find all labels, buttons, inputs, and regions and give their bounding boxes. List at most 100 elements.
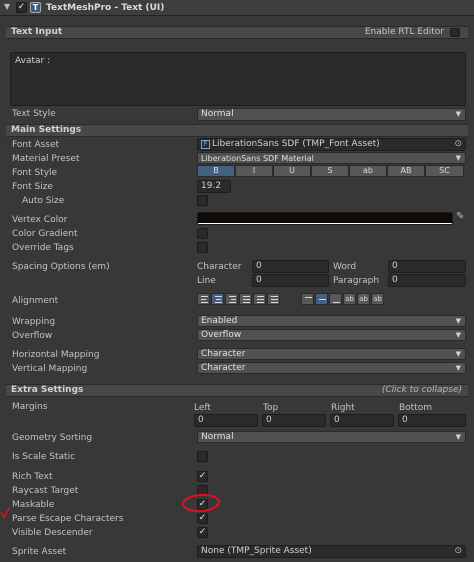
geometry-sorting-label: Geometry Sorting	[12, 433, 93, 443]
margin-right-label: Right	[331, 403, 355, 413]
auto-size-checkbox[interactable]	[197, 195, 208, 206]
paragraph-spacing-field[interactable]: 0	[388, 274, 466, 287]
visible-descender-checkbox[interactable]: ✓	[197, 527, 208, 538]
is-scale-static-checkbox[interactable]	[197, 451, 208, 462]
font-size-field[interactable]: 19.2	[197, 180, 231, 193]
align-right-icon[interactable]	[225, 293, 238, 305]
text-style-dropdown[interactable]: Normal ▼	[197, 108, 466, 121]
red-check-annotation	[0, 506, 11, 519]
color-gradient-label: Color Gradient	[12, 229, 78, 239]
chevron-down-icon: ▼	[455, 331, 461, 339]
align-flush-icon[interactable]	[253, 293, 266, 305]
strikethrough-button[interactable]: S	[311, 165, 349, 177]
enable-checkbox[interactable]: ✓	[16, 2, 27, 13]
section-title: Extra Settings	[11, 385, 84, 395]
font-style-label: Font Style	[12, 168, 58, 178]
foldout-arrow-icon[interactable]: ▼	[4, 2, 10, 11]
margin-bottom-field[interactable]: 0	[398, 414, 466, 427]
maskable-label: Maskable	[12, 500, 55, 510]
margin-right-field[interactable]: 0	[330, 414, 394, 427]
align-justified-icon[interactable]	[239, 293, 252, 305]
override-tags-checkbox[interactable]	[197, 242, 208, 253]
vertex-color-swatch[interactable]	[197, 212, 453, 225]
text-input-section-header[interactable]: Text Input Enable RTL Editor	[6, 26, 468, 39]
align-top-icon[interactable]	[301, 293, 314, 305]
italic-button[interactable]: I	[235, 165, 273, 177]
vertical-mapping-dropdown[interactable]: Character ▼	[197, 362, 466, 374]
section-title: Text Input	[11, 27, 63, 37]
font-asset-value: LiberationSans SDF (TMP_Font Asset)	[212, 139, 380, 149]
chevron-down-icon: ▼	[455, 154, 461, 162]
horizontal-mapping-dropdown[interactable]: Character ▼	[197, 348, 466, 360]
word-spacing-label: Word	[333, 262, 357, 272]
text-input-area[interactable]: Avatar :	[10, 52, 466, 106]
vertex-color-label: Vertex Color	[12, 215, 68, 225]
align-geometry-center-icon[interactable]	[267, 293, 280, 305]
align-left-icon[interactable]	[197, 293, 210, 305]
margins-label: Margins	[12, 402, 48, 412]
vertical-mapping-label: Vertical Mapping	[12, 364, 88, 374]
word-spacing-field[interactable]: 0	[388, 260, 466, 273]
text-input-content: Avatar :	[15, 56, 51, 66]
align-baseline-icon[interactable]: ab	[343, 293, 356, 305]
maskable-checkbox[interactable]: ✓	[197, 499, 208, 510]
spacing-options-label: Spacing Options (em)	[12, 262, 110, 272]
underline-button[interactable]: U	[273, 165, 311, 177]
margin-left-field[interactable]: 0	[194, 414, 258, 427]
sprite-asset-field[interactable]: None (TMP_Sprite Asset) ⊙	[197, 545, 466, 558]
align-center-icon[interactable]	[211, 293, 224, 305]
component-title: TextMeshPro - Text (UI)	[46, 3, 165, 13]
uppercase-button[interactable]: AB	[387, 165, 425, 177]
line-spacing-field[interactable]: 0	[252, 274, 329, 287]
object-picker-icon[interactable]: ⊙	[454, 139, 462, 150]
rtl-editor-label: Enable RTL Editor	[364, 27, 444, 37]
color-gradient-checkbox[interactable]	[197, 228, 208, 239]
wrapping-value: Enabled	[201, 316, 238, 326]
vertical-alignment-buttons: ab ab ab	[301, 293, 385, 305]
align-bottom-icon[interactable]	[329, 293, 342, 305]
margin-left-label: Left	[194, 403, 211, 413]
material-preset-dropdown[interactable]: LiberationSans SDF Material ▼	[197, 152, 466, 164]
object-picker-icon[interactable]: ⊙	[454, 546, 462, 557]
auto-size-label: Auto Size	[22, 196, 65, 206]
font-size-label: Font Size	[12, 182, 53, 192]
component-header: ▼ ✓ T TextMeshPro - Text (UI)	[0, 0, 474, 16]
geometry-sorting-dropdown[interactable]: Normal ▼	[197, 431, 466, 443]
rtl-editor-checkbox[interactable]	[450, 28, 460, 37]
margin-top-field[interactable]: 0	[262, 414, 326, 427]
chevron-down-icon: ▼	[455, 433, 461, 441]
eyedropper-icon[interactable]: ✎	[456, 211, 464, 222]
line-spacing-label: Line	[197, 276, 216, 286]
collapse-hint[interactable]: (Click to collapse)	[382, 385, 462, 396]
margin-top-label: Top	[263, 403, 279, 413]
vertex-color-fill	[198, 213, 452, 223]
character-spacing-label: Character	[197, 262, 242, 272]
raycast-target-label: Raycast Target	[12, 486, 79, 496]
parse-escape-characters-label: Parse Escape Characters	[12, 514, 124, 524]
align-capline-icon[interactable]: ab	[371, 293, 384, 305]
parse-escape-characters-checkbox[interactable]: ✓	[197, 513, 208, 524]
text-style-value: Normal	[201, 109, 234, 119]
rich-text-label: Rich Text	[12, 472, 53, 482]
rich-text-checkbox[interactable]: ✓	[197, 471, 208, 482]
align-midline-icon[interactable]: ab	[357, 293, 370, 305]
font-asset-label: Font Asset	[12, 140, 60, 150]
wrapping-dropdown[interactable]: Enabled ▼	[197, 315, 466, 327]
margin-bottom-label: Bottom	[399, 403, 433, 413]
sprite-asset-label: Sprite Asset	[12, 547, 67, 557]
vertex-color-alpha-bar	[198, 223, 452, 224]
overflow-dropdown[interactable]: Overflow ▼	[197, 329, 466, 341]
overflow-value: Overflow	[201, 330, 242, 340]
main-settings-section-header[interactable]: Main Settings	[6, 124, 468, 137]
extra-settings-section-header[interactable]: Extra Settings (Click to collapse)	[6, 384, 468, 397]
font-style-buttons: B I U S ab AB SC	[197, 165, 464, 177]
smallcaps-button[interactable]: SC	[425, 165, 464, 177]
material-preset-value: LiberationSans SDF Material	[201, 154, 314, 163]
character-spacing-field[interactable]: 0	[252, 260, 329, 273]
bold-button[interactable]: B	[197, 165, 235, 177]
align-middle-icon[interactable]	[315, 293, 328, 305]
override-tags-label: Override Tags	[12, 243, 74, 253]
font-asset-field[interactable]: F LiberationSans SDF (TMP_Font Asset) ⊙	[197, 138, 466, 151]
lowercase-button[interactable]: ab	[349, 165, 387, 177]
raycast-target-checkbox[interactable]	[197, 485, 208, 496]
